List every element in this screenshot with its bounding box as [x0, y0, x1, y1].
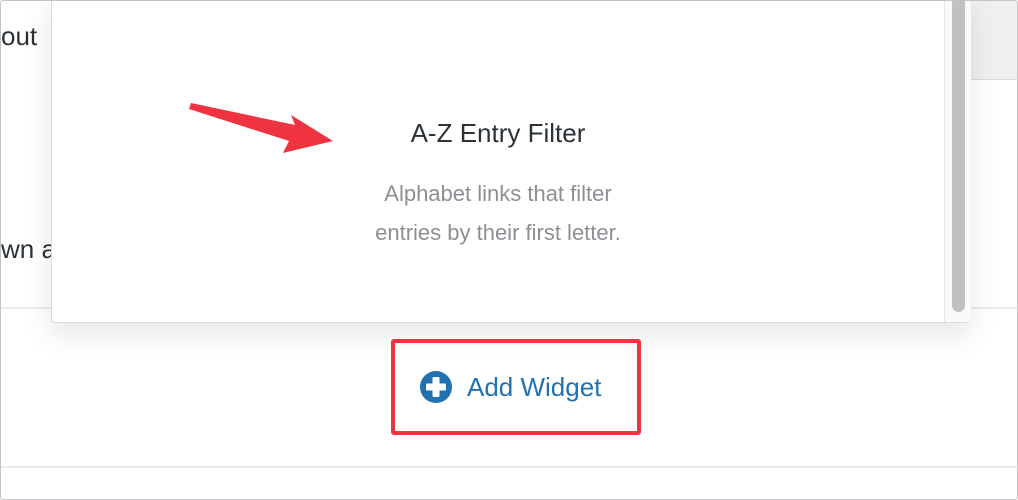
- widget-title[interactable]: A-Z Entry Filter: [52, 118, 944, 149]
- widget-description-line: entries by their first letter.: [375, 220, 621, 245]
- screenshot-frame: out wn a A-Z Entry Filter Alphabet links…: [0, 0, 1018, 500]
- annotation-arrow-icon: [189, 103, 333, 153]
- add-widget-button[interactable]: Add Widget: [419, 369, 601, 405]
- widget-picker-popup: A-Z Entry Filter Alphabet links that fil…: [51, 1, 971, 323]
- background-text-fragment: out: [1, 21, 38, 51]
- scrollbar-thumb[interactable]: [952, 1, 965, 312]
- plus-circle-icon: [420, 371, 452, 403]
- add-widget-label: Add Widget: [467, 371, 602, 402]
- widget-description-line: Alphabet links that filter: [384, 181, 612, 206]
- scrollbar[interactable]: [944, 1, 971, 322]
- widget-description: Alphabet links that filter entries by th…: [298, 174, 698, 252]
- divider: [1, 466, 1017, 468]
- background-text-fragment: wn a: [1, 234, 56, 264]
